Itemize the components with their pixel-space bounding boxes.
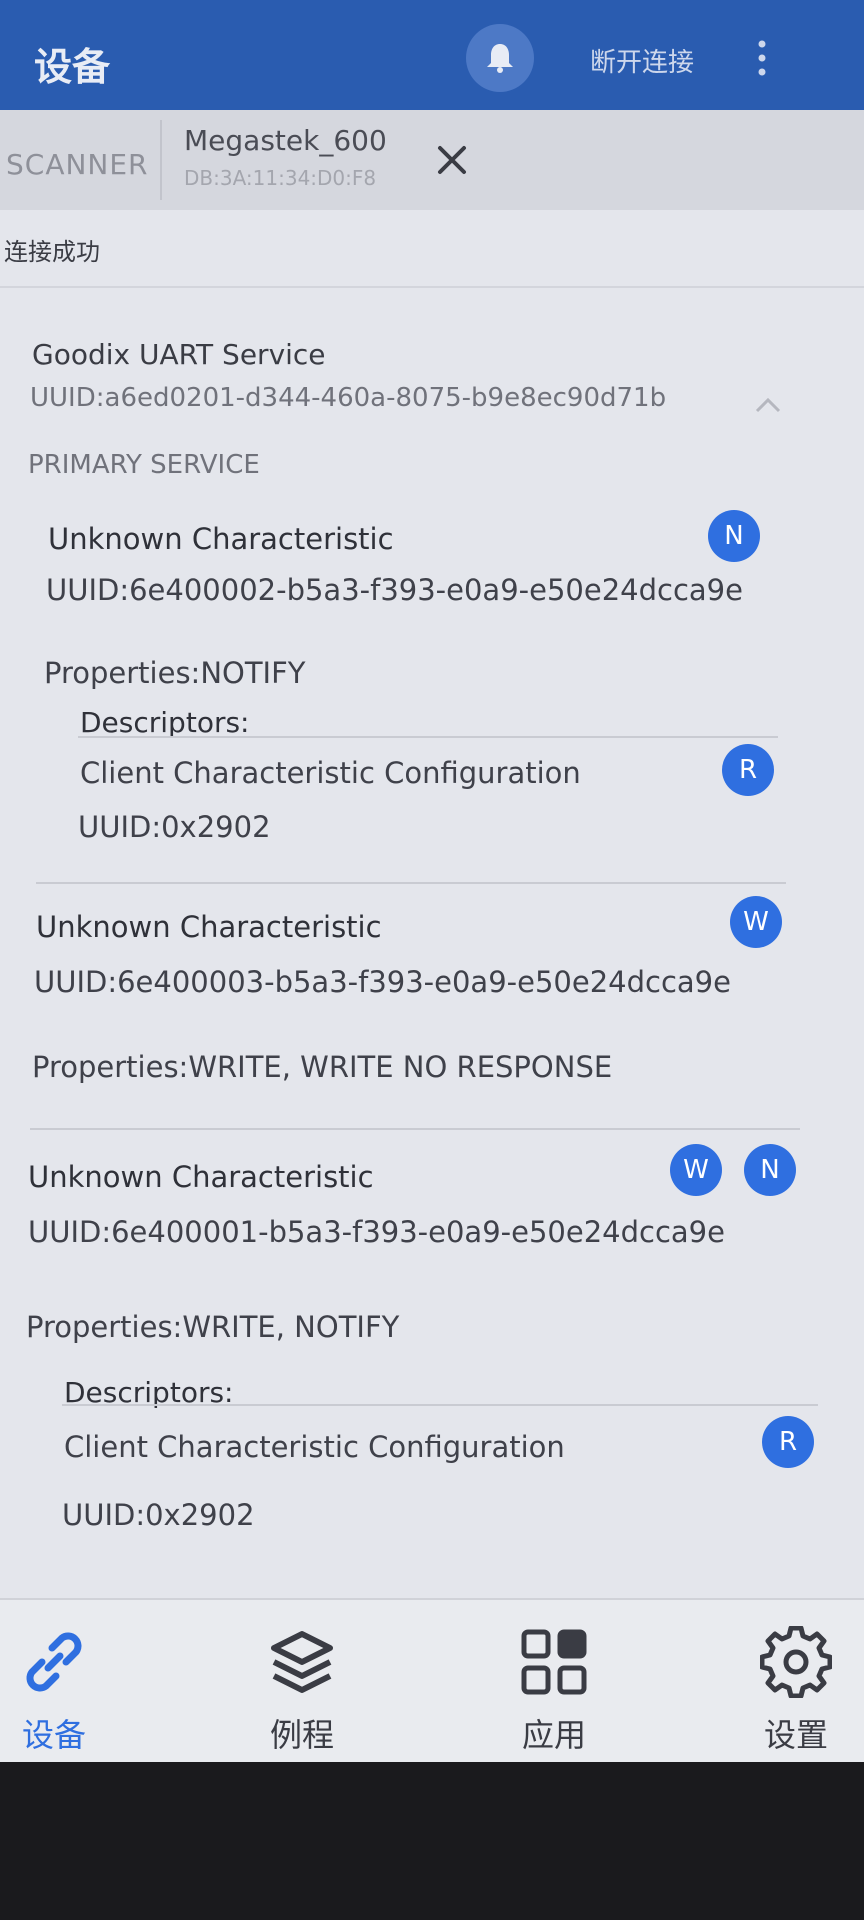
bottom-nav: 设备 例程 应用 设置: [0, 1598, 864, 1762]
app-bar: 设备 断开连接: [0, 0, 864, 110]
nav-label: 设备: [21, 1716, 86, 1754]
nav-label: 例程: [269, 1716, 334, 1754]
read-badge[interactable]: R: [762, 1416, 814, 1468]
bell-button[interactable]: [466, 24, 534, 92]
characteristic-divider: [36, 882, 786, 884]
nav-item-examples[interactable]: 例程: [212, 1600, 392, 1762]
descriptors-divider: [62, 1404, 818, 1406]
page-title: 设备: [34, 45, 111, 89]
nav-label: 设置: [763, 1716, 828, 1754]
service-uuid: UUID:a6ed0201-d344-460a-8075-b9e8ec90d71…: [30, 383, 667, 413]
characteristic-name[interactable]: Unknown Characteristic: [28, 1160, 374, 1194]
device-name[interactable]: Megastek_600: [184, 124, 387, 157]
gear-icon: [760, 1626, 832, 1698]
nav-item-apps[interactable]: 应用: [464, 1600, 644, 1762]
descriptor-uuid: UUID:0x2902: [62, 1498, 255, 1532]
characteristic-uuid: UUID:6e400003-b5a3-f393-e0a9-e50e24dcca9…: [34, 965, 731, 999]
divider: [0, 286, 864, 288]
nav-item-settings[interactable]: 设置: [706, 1600, 864, 1762]
characteristic-properties: Properties:NOTIFY: [44, 656, 306, 690]
bell-icon: [487, 44, 513, 73]
device-screen: 设备 断开连接 SCANNER Megastek_600 DB:3A:11:34…: [0, 0, 864, 1762]
descriptor-uuid: UUID:0x2902: [78, 810, 271, 844]
chevron-up-icon[interactable]: [754, 396, 782, 414]
characteristic-uuid: UUID:6e400002-b5a3-f393-e0a9-e50e24dcca9…: [46, 573, 743, 607]
close-icon[interactable]: [432, 140, 472, 180]
characteristic-name[interactable]: Unknown Characteristic: [48, 522, 394, 556]
read-badge[interactable]: R: [722, 744, 774, 796]
tab-divider: [160, 120, 162, 200]
descriptor-name[interactable]: Client Characteristic Configuration: [80, 756, 581, 790]
connection-status: 连接成功: [4, 238, 100, 266]
link-icon: [26, 1632, 82, 1692]
device-mac: DB:3A:11:34:D0:F8: [184, 166, 377, 190]
scanner-tab[interactable]: SCANNER: [6, 148, 149, 181]
descriptors-divider: [78, 736, 778, 738]
notify-badge[interactable]: N: [708, 510, 760, 562]
service-name[interactable]: Goodix UART Service: [32, 338, 326, 371]
characteristic-divider: [30, 1128, 800, 1130]
write-badge[interactable]: W: [670, 1144, 722, 1196]
scanner-bar: SCANNER Megastek_600 DB:3A:11:34:D0:F8: [0, 110, 864, 210]
descriptor-name[interactable]: Client Characteristic Configuration: [64, 1430, 565, 1464]
apps-grid-icon: [521, 1629, 587, 1695]
descriptors-heading: Descriptors:: [80, 706, 250, 739]
characteristic-uuid: UUID:6e400001-b5a3-f393-e0a9-e50e24dcca9…: [28, 1215, 725, 1249]
write-badge[interactable]: W: [730, 896, 782, 948]
characteristic-name[interactable]: Unknown Characteristic: [36, 910, 382, 944]
characteristic-properties: Properties:WRITE, NOTIFY: [26, 1310, 400, 1344]
more-vert-icon[interactable]: [752, 38, 772, 78]
characteristic-properties: Properties:WRITE, WRITE NO RESPONSE: [32, 1050, 613, 1084]
service-type: PRIMARY SERVICE: [28, 450, 260, 480]
notify-badge[interactable]: N: [744, 1144, 796, 1196]
disconnect-button[interactable]: 断开连接: [590, 42, 694, 79]
nav-label: 应用: [521, 1716, 586, 1754]
nav-item-devices[interactable]: 设备: [0, 1600, 144, 1762]
layers-icon: [271, 1631, 333, 1693]
